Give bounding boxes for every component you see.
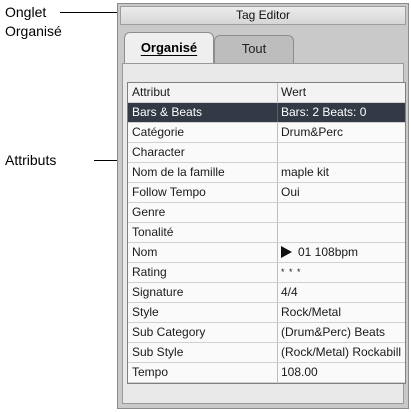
attribute-name: Character (132, 145, 185, 159)
table-header: Attribut Wert (128, 83, 405, 103)
table-row[interactable]: Rating * * * (128, 263, 405, 283)
cell-divider (277, 303, 278, 322)
cell-divider (277, 203, 278, 222)
column-header-attribut[interactable]: Attribut (132, 83, 282, 102)
cell-divider (277, 143, 278, 162)
attribute-value[interactable]: maple kit (281, 163, 403, 182)
table-row[interactable]: Tonalité (128, 223, 405, 243)
callout-tab-pointer (60, 12, 122, 13)
tag-editor-window: Tag Editor Organisé Tout Attribut Wert B… (117, 3, 409, 409)
cell-divider (277, 103, 278, 122)
cell-divider (277, 163, 278, 182)
window-title: Tag Editor (120, 6, 406, 25)
callout-tab-label-2: Organisé (5, 23, 62, 39)
table-row[interactable]: Sub Style (Rock/Metal) Rockabill (128, 343, 405, 363)
cell-divider (277, 263, 278, 282)
cell-divider (277, 323, 278, 342)
cell-divider (277, 343, 278, 362)
attribute-name: Catégorie (132, 125, 185, 139)
cell-divider (277, 183, 278, 202)
attribute-name: Rating (132, 265, 167, 279)
table-row[interactable]: Tempo 108.00 (128, 363, 405, 383)
attribute-name: Genre (132, 205, 166, 219)
attribute-value[interactable]: 108.00 (281, 363, 403, 382)
attribute-name: Style (132, 305, 159, 319)
table-row[interactable]: Genre (128, 203, 405, 223)
table-row[interactable]: Sub Category (Drum&Perc) Beats (128, 323, 405, 343)
table-row[interactable]: Style Rock/Metal (128, 303, 405, 323)
table-row[interactable]: Catégorie Drum&Perc (128, 123, 405, 143)
table-row[interactable]: Signature 4/4 (128, 283, 405, 303)
table-row[interactable]: Nom 01 108bpm (128, 243, 405, 263)
table-row[interactable]: Bars & Beats Bars: 2 Beats: 0 (128, 103, 405, 123)
attribute-name: Bars & Beats (132, 105, 203, 119)
attribute-name: Sub Style (132, 345, 184, 359)
attribute-name: Nom (132, 245, 158, 259)
attribute-value[interactable]: Drum&Perc (281, 123, 403, 142)
attribute-name: Tempo (132, 365, 169, 379)
attribute-value[interactable]: Oui (281, 183, 403, 202)
tab-organise[interactable]: Organisé (124, 32, 214, 63)
attribute-name: Follow Tempo (132, 185, 206, 199)
attribute-value[interactable]: 01 108bpm (281, 243, 403, 262)
tab-tout-label: Tout (241, 41, 267, 56)
cell-divider (277, 243, 278, 262)
attribute-value[interactable]: (Drum&Perc) Beats (281, 323, 403, 342)
attribute-value[interactable]: 4/4 (281, 283, 403, 302)
cell-divider (277, 283, 278, 302)
cell-divider (277, 223, 278, 242)
play-icon[interactable] (281, 246, 292, 258)
tab-organise-label: Organisé (140, 40, 198, 55)
tab-panel: Attribut Wert Bars & Beats Bars: 2 Beats… (122, 63, 406, 404)
attribute-name: Nom de la famille (132, 165, 225, 179)
attribute-value[interactable]: * * * (281, 263, 403, 282)
attribute-name: Tonalité (132, 225, 174, 239)
attribute-value[interactable]: Rock/Metal (281, 303, 403, 322)
table-row[interactable]: Follow Tempo Oui (128, 183, 405, 203)
cell-divider (277, 363, 278, 382)
column-divider[interactable] (277, 83, 278, 102)
table-row[interactable]: Nom de la famille maple kit (128, 163, 405, 183)
tab-tout[interactable]: Tout (214, 35, 294, 63)
attribute-name: Sub Category (132, 325, 206, 339)
column-header-wert[interactable]: Wert (281, 83, 403, 102)
attribute-value[interactable]: Bars: 2 Beats: 0 (281, 103, 403, 122)
tab-bar: Organisé Tout (118, 26, 408, 68)
attribute-value-text: 01 108bpm (298, 245, 359, 259)
attribute-table: Attribut Wert Bars & Beats Bars: 2 Beats… (127, 82, 406, 384)
cell-divider (277, 123, 278, 142)
attribute-name: Signature (132, 285, 184, 299)
callout-tab-label-1: Onglet (5, 4, 47, 20)
callout-attributes-label: Attributs (5, 152, 57, 168)
table-row[interactable]: Character (128, 143, 405, 163)
attribute-value[interactable]: (Rock/Metal) Rockabill (281, 343, 403, 362)
